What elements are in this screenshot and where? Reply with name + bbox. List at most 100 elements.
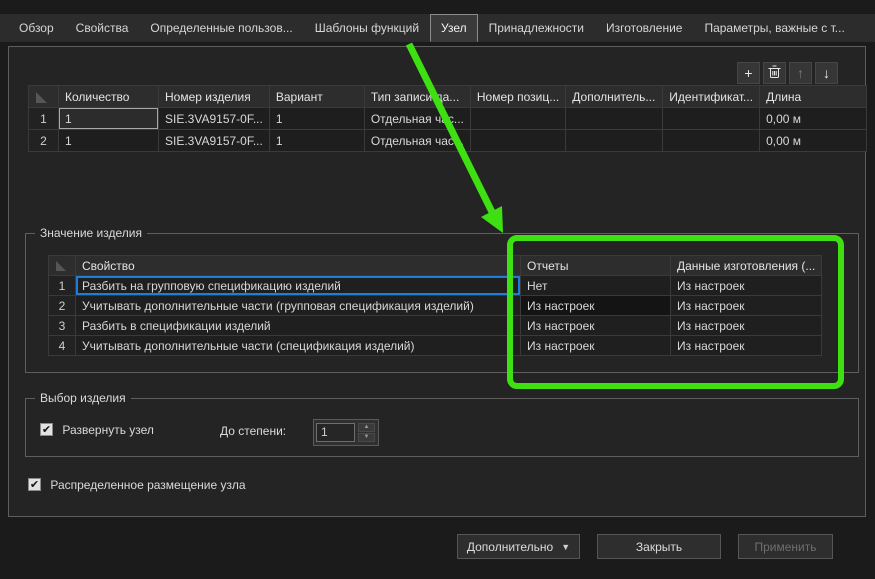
- col-manufacturing-data[interactable]: Данные изготовления (...: [669, 255, 823, 276]
- more-button[interactable]: Дополнительно ▼: [457, 534, 580, 559]
- tab-manufacturing[interactable]: Изготовление: [595, 14, 693, 42]
- more-button-label: Дополнительно: [466, 539, 554, 554]
- cell-part-number[interactable]: SIE.3VA9157-0F...: [158, 129, 270, 152]
- check-icon: ✔: [29, 479, 40, 492]
- dropdown-arrow-icon: ▼: [561, 541, 571, 552]
- parts-table: Количество Номер изделия Вариант Тип зап…: [28, 85, 868, 152]
- apply-button-label: Применить: [754, 539, 817, 554]
- tab-accessories[interactable]: Принадлежности: [478, 14, 595, 42]
- depth-input[interactable]: 1: [316, 423, 355, 442]
- close-button[interactable]: Закрыть: [597, 534, 721, 559]
- arrow-up-icon: ↑: [797, 65, 804, 81]
- row-number[interactable]: 4: [48, 335, 76, 356]
- select-all-corner[interactable]: [48, 255, 76, 276]
- col-length[interactable]: Длина: [759, 85, 868, 108]
- cell-part-number[interactable]: SIE.3VA9157-0F...: [158, 107, 270, 130]
- cell-quantity[interactable]: 1: [58, 107, 159, 130]
- trash-icon: [768, 65, 781, 82]
- col-record-type[interactable]: Тип записи да...: [363, 85, 471, 108]
- tab-overview[interactable]: Обзор: [8, 14, 65, 42]
- table-row: 2 Учитывать дополнительные части (группо…: [48, 295, 823, 316]
- plus-icon: +: [744, 65, 753, 81]
- cell-record-type[interactable]: Отдельная час...: [363, 107, 471, 130]
- col-identifier[interactable]: Идентификат...: [662, 85, 761, 108]
- close-button-label: Закрыть: [635, 539, 683, 554]
- parts-header-row: Количество Номер изделия Вариант Тип зап…: [28, 85, 868, 108]
- spin-down-icon: ▼: [363, 434, 370, 440]
- cell-length[interactable]: 0,00 м: [759, 107, 868, 130]
- spin-down-button[interactable]: ▼: [358, 433, 375, 442]
- expand-node-label: Развернуть узел: [62, 422, 154, 437]
- cell-reports[interactable]: Из настроек: [520, 295, 671, 316]
- spin-up-icon: ▲: [363, 424, 370, 430]
- cell-property[interactable]: Разбить на групповую спецификацию издели…: [75, 275, 521, 296]
- cell-additional[interactable]: [565, 107, 664, 130]
- row-number[interactable]: 2: [48, 295, 76, 316]
- cell-property[interactable]: Разбить в спецификации изделий: [75, 315, 521, 336]
- cell-identifier[interactable]: [662, 129, 761, 152]
- cell-manufacturing[interactable]: Из настроек: [669, 275, 823, 296]
- move-up-button[interactable]: ↑: [789, 62, 812, 84]
- spin-up-button[interactable]: ▲: [358, 423, 375, 432]
- distributed-placement-checkbox[interactable]: ✔: [28, 478, 41, 492]
- cell-additional[interactable]: [565, 129, 664, 152]
- arrow-down-icon: ↓: [823, 65, 830, 81]
- cell-variant[interactable]: 1: [268, 107, 365, 130]
- select-all-corner[interactable]: [28, 85, 59, 108]
- tab-parameters[interactable]: Параметры, важные с т...: [693, 14, 855, 42]
- row-number[interactable]: 1: [48, 275, 76, 296]
- expand-node-checkbox[interactable]: ✔: [40, 423, 53, 437]
- corner-triangle-icon: [36, 92, 47, 103]
- table-row: 4 Учитывать дополнительные части (специф…: [48, 335, 823, 356]
- col-quantity[interactable]: Количество: [58, 85, 159, 108]
- add-row-button[interactable]: +: [737, 62, 760, 84]
- value-header-row: Свойство Отчеты Данные изготовления (...: [48, 255, 823, 276]
- col-variant[interactable]: Вариант: [268, 85, 365, 108]
- cell-length[interactable]: 0,00 м: [759, 129, 868, 152]
- cell-reports[interactable]: Из настроек: [520, 335, 671, 356]
- cell-reports[interactable]: Нет: [520, 275, 671, 296]
- product-value-table: Свойство Отчеты Данные изготовления (...…: [48, 255, 823, 356]
- cell-manufacturing[interactable]: Из настроек: [669, 295, 823, 316]
- row-number[interactable]: 2: [28, 129, 59, 152]
- col-part-number[interactable]: Номер изделия: [158, 85, 270, 108]
- depth-spinner: 1 ▲ ▼: [313, 419, 379, 446]
- tab-user-defined[interactable]: Определенные пользов...: [139, 14, 303, 42]
- table-row: 2 1 SIE.3VA9157-0F... 1 Отдельная час...…: [28, 129, 868, 152]
- cell-position[interactable]: [469, 129, 567, 152]
- col-reports[interactable]: Отчеты: [520, 255, 671, 276]
- col-additional[interactable]: Дополнитель...: [565, 85, 664, 108]
- tab-assembly[interactable]: Узел: [430, 14, 478, 42]
- apply-button[interactable]: Применить: [738, 534, 833, 559]
- tab-function-templates[interactable]: Шаблоны функций: [304, 14, 430, 42]
- table-row: 3 Разбить в спецификации изделий Из наст…: [48, 315, 823, 336]
- corner-triangle-icon: [56, 261, 66, 271]
- group-title: Значение изделия: [35, 226, 147, 240]
- cell-property[interactable]: Учитывать дополнительные части (группова…: [75, 295, 521, 316]
- col-property[interactable]: Свойство: [75, 255, 521, 276]
- table-row: 1 Разбить на групповую спецификацию изде…: [48, 275, 823, 296]
- expand-node-checkbox-row: ✔ Развернуть узел: [40, 422, 154, 437]
- delete-row-button[interactable]: [763, 62, 786, 84]
- cell-position[interactable]: [469, 107, 567, 130]
- col-position[interactable]: Номер позиц...: [469, 85, 567, 108]
- distributed-placement-label: Распределенное размещение узла: [50, 477, 246, 492]
- cell-manufacturing[interactable]: Из настроек: [669, 335, 823, 356]
- distributed-placement-checkbox-row: ✔ Распределенное размещение узла: [28, 477, 246, 492]
- cell-manufacturing[interactable]: Из настроек: [669, 315, 823, 336]
- depth-label: До степени:: [220, 424, 287, 438]
- cell-quantity[interactable]: 1: [58, 129, 159, 152]
- tab-bar: Обзор Свойства Определенные пользов... Ш…: [0, 14, 875, 42]
- cell-property[interactable]: Учитывать дополнительные части (специфик…: [75, 335, 521, 356]
- cell-variant[interactable]: 1: [268, 129, 365, 152]
- row-number[interactable]: 3: [48, 315, 76, 336]
- tab-properties[interactable]: Свойства: [65, 14, 140, 42]
- row-number[interactable]: 1: [28, 107, 59, 130]
- check-icon: ✔: [41, 424, 52, 437]
- table-row: 1 1 SIE.3VA9157-0F... 1 Отдельная час...…: [28, 107, 868, 130]
- move-down-button[interactable]: ↓: [815, 62, 838, 84]
- cell-identifier[interactable]: [662, 107, 761, 130]
- cell-record-type[interactable]: Отдельная час...: [363, 129, 471, 152]
- group-title: Выбор изделия: [35, 391, 131, 405]
- cell-reports[interactable]: Из настроек: [520, 315, 671, 336]
